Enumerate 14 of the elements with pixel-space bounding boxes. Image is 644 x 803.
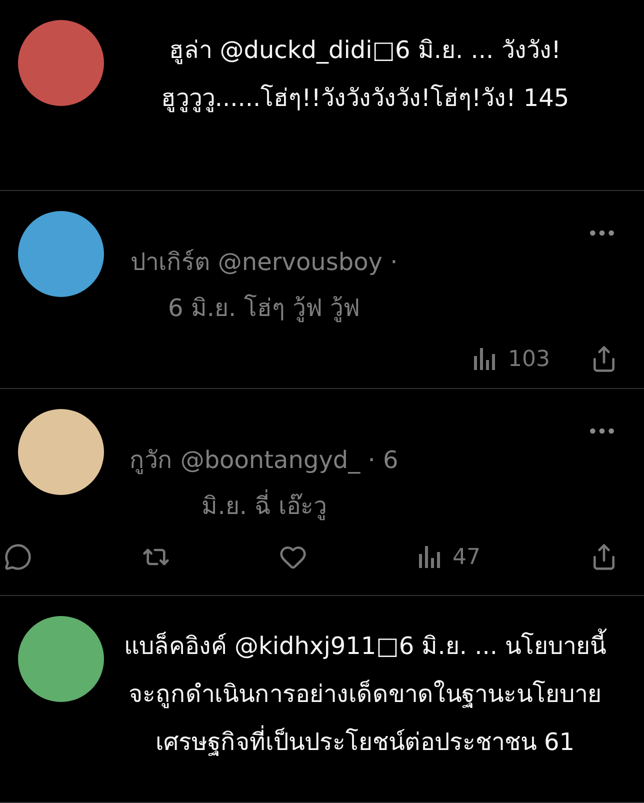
post-text: มิ.ย. ฉี่ เอ๊ะวู xyxy=(202,483,326,529)
post-text: ฮูวูวูวู......โฮ่ๆ!!วังวังวังวัง!โฮ่ๆ!วัง! 145 xyxy=(160,83,570,114)
post-text: ปาเกิร์ต @nervousboy · xyxy=(130,247,398,278)
post-text: 6 มิ.ย. โฮ่ๆ วู้ฟ วู้ฟ xyxy=(168,293,360,324)
views-icon xyxy=(472,346,498,372)
reply-icon[interactable] xyxy=(4,543,32,571)
post-text: จะถูกดำเนินการอย่างเด็ดขาดในฐานะนโยบาย xyxy=(128,678,602,710)
post-text: แบล็คอิงค์ @kidhxj911□6 มิ.ย. ... นโยบายนี้ xyxy=(124,622,606,670)
post-text: ฮูล่า @duckd_didi□6 มิ.ย. ... วังวัง! xyxy=(169,35,561,66)
view-count: 47 xyxy=(452,544,480,570)
views-icon xyxy=(416,544,442,570)
view-count: 103 xyxy=(508,346,550,372)
post-text: เศรษฐกิจที่เป็นประโยชน์ต่อประชาชน 61 xyxy=(155,718,575,766)
post-text: กูวัก @boontangyd_ · 6 xyxy=(130,445,398,476)
